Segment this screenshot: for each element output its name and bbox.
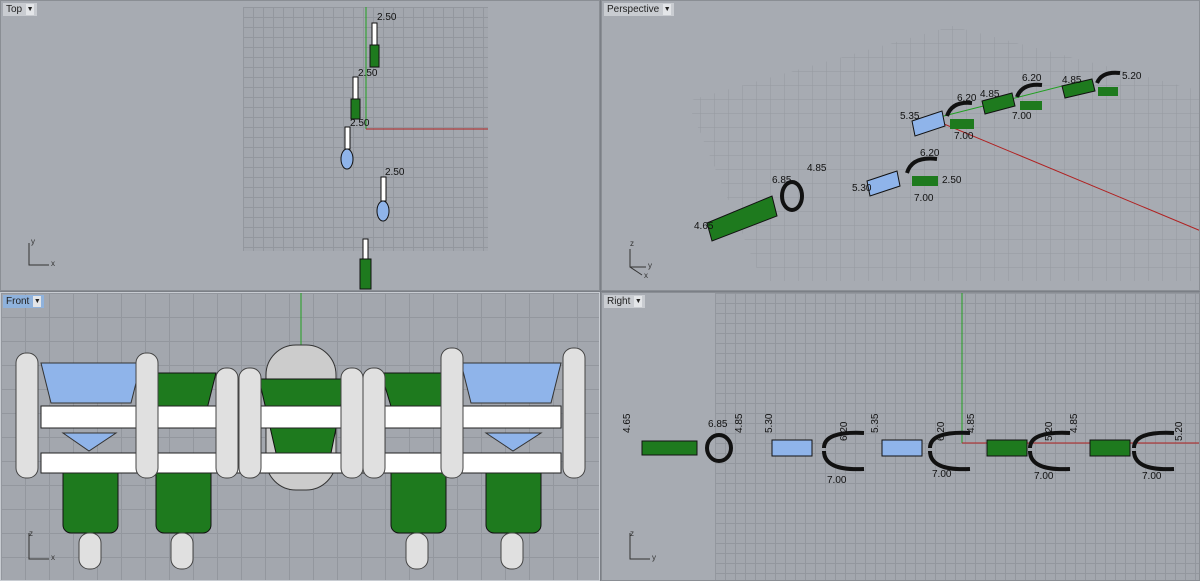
dimension-label: 6.20: [936, 421, 947, 441]
axis-label-y: y: [31, 237, 35, 246]
dimension-label: 4.65: [622, 413, 633, 433]
dimension-label: 5.30: [852, 183, 872, 194]
dimension-label: 2.50: [358, 68, 378, 79]
dimension-label: 6.20: [957, 93, 977, 104]
dimension-label: 4.65: [694, 221, 714, 232]
dimension-label: 7.00: [827, 475, 847, 486]
dimension-label: 6.20: [920, 148, 940, 159]
dimension-label: 7.00: [1012, 111, 1032, 122]
viewport-label-right[interactable]: Right ▼: [604, 295, 646, 308]
viewport-title: Perspective: [607, 4, 660, 15]
front-view-geometry: [15, 293, 586, 570]
dimension-label: 4.85: [966, 413, 977, 433]
dropdown-arrow-icon[interactable]: ▼: [26, 4, 35, 15]
dimension-label: 4.85: [1062, 75, 1082, 86]
viewport-label-top[interactable]: Top ▼: [3, 3, 38, 16]
dimension-label: 5.35: [900, 111, 920, 122]
axis-label-y: y: [652, 553, 656, 562]
dimension-label: 4.85: [1069, 413, 1080, 433]
dropdown-arrow-icon[interactable]: ▼: [33, 296, 42, 307]
dimension-label: 6.85: [772, 175, 792, 186]
viewport-label-perspective[interactable]: Perspective ▼: [604, 3, 675, 16]
viewport-top[interactable]: Top ▼ 2.50 2.50 2.50 2.50 y x: [0, 0, 600, 291]
dimension-label: 5.30: [764, 413, 775, 433]
viewport-front[interactable]: Front ▼ z x: [0, 292, 600, 581]
dimension-label: 2.50: [942, 175, 962, 186]
dimension-label: 7.00: [914, 193, 934, 204]
viewport-label-front[interactable]: Front ▼: [3, 295, 45, 308]
dimension-label: 7.00: [932, 469, 952, 480]
viewport-perspective[interactable]: Perspective ▼ 6.85 4.85 4.65 5.30 6.20 2.…: [601, 0, 1200, 291]
axis-label-z: z: [630, 529, 634, 538]
dimension-label: 7.00: [954, 131, 974, 142]
viewport-title: Front: [6, 296, 30, 307]
dimension-label: 2.50: [350, 118, 370, 129]
dimension-label: 4.85: [980, 89, 1000, 100]
dimension-label: 5.20: [1122, 71, 1142, 82]
viewport-right[interactable]: Right ▼ 4.65 6.85 4.85 5.30 6.20 7.00 5.3…: [601, 292, 1200, 581]
axis-label-z: z: [29, 529, 33, 538]
dimension-label: 5.20: [1174, 421, 1185, 441]
dimension-label: 2.50: [377, 12, 397, 23]
axis-label-x: x: [644, 271, 648, 280]
dropdown-arrow-icon[interactable]: ▼: [634, 296, 643, 307]
dimension-label: 4.85: [807, 163, 827, 174]
axis-label-x: x: [51, 259, 55, 268]
top-view-geometry: 2.50 2.50 2.50 2.50: [28, 7, 488, 290]
axis-label-x: x: [51, 553, 55, 562]
viewport-title: Right: [607, 296, 631, 307]
dimension-label: 2.50: [385, 167, 405, 178]
viewport-title: Top: [6, 4, 23, 15]
perspective-geometry: 6.85 4.85 4.65 5.30 6.20 2.50 7.00 5.35 …: [629, 26, 1199, 281]
dimension-label: 7.00: [1142, 471, 1162, 482]
dimension-label: 6.85: [708, 419, 728, 430]
dimension-label: 7.00: [1034, 471, 1054, 482]
axis-label-y: y: [648, 261, 652, 270]
dimension-label: 4.85: [734, 413, 745, 433]
dimension-label: 6.20: [839, 421, 850, 441]
dimension-label: 5.20: [1044, 421, 1055, 441]
right-view-geometry: 4.65 6.85 4.85 5.30 6.20 7.00 5.35 6.20 …: [622, 293, 1199, 560]
axis-label-z: z: [630, 239, 634, 248]
dimension-label: 6.20: [1022, 73, 1042, 84]
dropdown-arrow-icon[interactable]: ▼: [663, 4, 672, 15]
dimension-label: 5.35: [870, 413, 881, 433]
